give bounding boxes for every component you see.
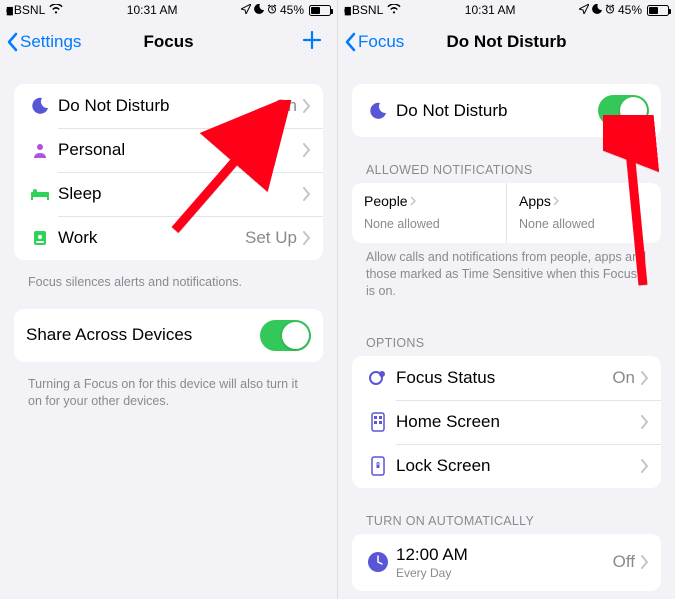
auto-group: 12:00 AM Every Day Off	[352, 534, 661, 591]
share-label: Share Across Devices	[26, 325, 260, 345]
row-label: Work	[58, 228, 245, 248]
lock-screen-icon	[364, 456, 392, 476]
dnd-toggle-group: Do Not Disturb	[352, 84, 661, 137]
focus-status-icon	[364, 368, 392, 388]
wifi-icon	[387, 3, 401, 17]
battery-pct: 45%	[618, 3, 642, 17]
option-lock-screen[interactable]: Lock Screen	[352, 444, 661, 488]
chevron-right-icon	[303, 231, 311, 245]
auto-header: TURN ON AUTOMATICALLY	[352, 496, 661, 534]
chevron-left-icon	[344, 32, 356, 52]
dnd-toggle-row[interactable]: Do Not Disturb	[352, 84, 661, 137]
row-value: Set Up	[245, 228, 297, 248]
person-icon	[26, 141, 54, 159]
auto-time: 12:00 AM	[396, 545, 613, 565]
dnd-toggle[interactable]	[598, 95, 649, 126]
chevron-left-icon	[6, 32, 18, 52]
allowed-grid: People None allowed Apps None allowed	[352, 183, 661, 243]
focus-row-personal[interactable]: Personal	[14, 128, 323, 172]
status-bar: ▪▪▮▮ BSNL 10:31 AM 45%	[0, 0, 337, 20]
moon-icon	[592, 3, 602, 17]
back-label: Focus	[358, 32, 404, 52]
clock-icon	[364, 551, 392, 573]
screen-dnd-detail: ▪▪▮▮ BSNL 10:31 AM 45% Focus Do Not Dist…	[337, 0, 675, 599]
home-screen-icon	[364, 412, 392, 432]
focus-row-sleep[interactable]: Sleep	[14, 172, 323, 216]
share-row[interactable]: Share Across Devices	[14, 309, 323, 362]
row-label: Focus Status	[396, 368, 612, 388]
back-button[interactable]: Settings	[6, 32, 81, 52]
battery-icon	[307, 5, 331, 16]
people-sub: None allowed	[364, 217, 494, 231]
signal-icon: ▪▪▮▮	[344, 4, 348, 17]
carrier-label: BSNL	[14, 3, 45, 17]
row-label: Personal	[58, 140, 303, 160]
chevron-right-icon	[641, 415, 649, 429]
option-home-screen[interactable]: Home Screen	[352, 400, 661, 444]
battery-pct: 45%	[280, 3, 304, 17]
row-label: Lock Screen	[396, 456, 641, 476]
nav-bar: Focus Do Not Disturb	[338, 20, 675, 64]
chevron-right-icon	[641, 371, 649, 385]
chevron-right-icon	[553, 196, 559, 206]
clock-label: 10:31 AM	[465, 3, 516, 17]
signal-icon: ▪▪▮▮	[6, 4, 10, 17]
battery-icon	[645, 5, 669, 16]
alarm-icon	[605, 3, 615, 17]
share-footer: Turning a Focus on for this device will …	[14, 370, 323, 428]
auto-sub: Every Day	[396, 566, 613, 580]
chevron-right-icon	[410, 196, 416, 206]
chevron-right-icon	[641, 459, 649, 473]
moon-icon	[364, 101, 392, 121]
row-value: On	[274, 96, 297, 116]
share-group: Share Across Devices	[14, 309, 323, 362]
row-label: Home Screen	[396, 412, 641, 432]
status-bar: ▪▪▮▮ BSNL 10:31 AM 45%	[338, 0, 675, 20]
focus-footer: Focus silences alerts and notifications.	[14, 268, 323, 309]
allowed-people-cell[interactable]: People None allowed	[352, 183, 506, 243]
chevron-right-icon	[303, 143, 311, 157]
clock-label: 10:31 AM	[127, 3, 178, 17]
row-label: Sleep	[58, 184, 303, 204]
option-focus-status[interactable]: Focus Status On	[352, 356, 661, 400]
alarm-icon	[267, 3, 277, 17]
dnd-label: Do Not Disturb	[396, 101, 598, 121]
options-group: Focus Status On Home Screen Lock Screen	[352, 356, 661, 488]
focus-row-do-not-disturb[interactable]: Do Not Disturb On	[14, 84, 323, 128]
focus-row-work[interactable]: Work Set Up	[14, 216, 323, 260]
page-title: Focus	[143, 32, 193, 52]
row-value: Off	[613, 552, 635, 572]
wifi-icon	[49, 3, 63, 17]
back-label: Settings	[20, 32, 81, 52]
nav-bar: Settings Focus	[0, 20, 337, 64]
back-button[interactable]: Focus	[344, 32, 404, 52]
bed-icon	[26, 187, 54, 201]
allowed-footer: Allow calls and notifications from peopl…	[352, 243, 661, 318]
moon-icon	[254, 3, 264, 17]
moon-icon	[26, 96, 54, 116]
location-icon	[579, 3, 589, 17]
share-toggle[interactable]	[260, 320, 311, 351]
apps-label: Apps	[519, 193, 551, 209]
options-header: OPTIONS	[352, 318, 661, 356]
screen-focus-list: ▪▪▮▮ BSNL 10:31 AM 45% Settings Focus Do…	[0, 0, 337, 599]
row-label: Do Not Disturb	[58, 96, 274, 116]
people-label: People	[364, 193, 408, 209]
chevron-right-icon	[303, 187, 311, 201]
carrier-label: BSNL	[352, 3, 383, 17]
add-button[interactable]	[301, 29, 323, 56]
allowed-header: ALLOWED NOTIFICATIONS	[352, 145, 661, 183]
focus-list-group: Do Not Disturb On Personal Sleep Work Se…	[14, 84, 323, 260]
chevron-right-icon	[641, 555, 649, 569]
row-value: On	[612, 368, 635, 388]
auto-schedule-row[interactable]: 12:00 AM Every Day Off	[352, 534, 661, 591]
plus-icon	[301, 29, 323, 51]
badge-icon	[26, 229, 54, 247]
chevron-right-icon	[303, 99, 311, 113]
apps-sub: None allowed	[519, 217, 649, 231]
location-icon	[241, 3, 251, 17]
page-title: Do Not Disturb	[447, 32, 567, 52]
allowed-apps-cell[interactable]: Apps None allowed	[506, 183, 661, 243]
